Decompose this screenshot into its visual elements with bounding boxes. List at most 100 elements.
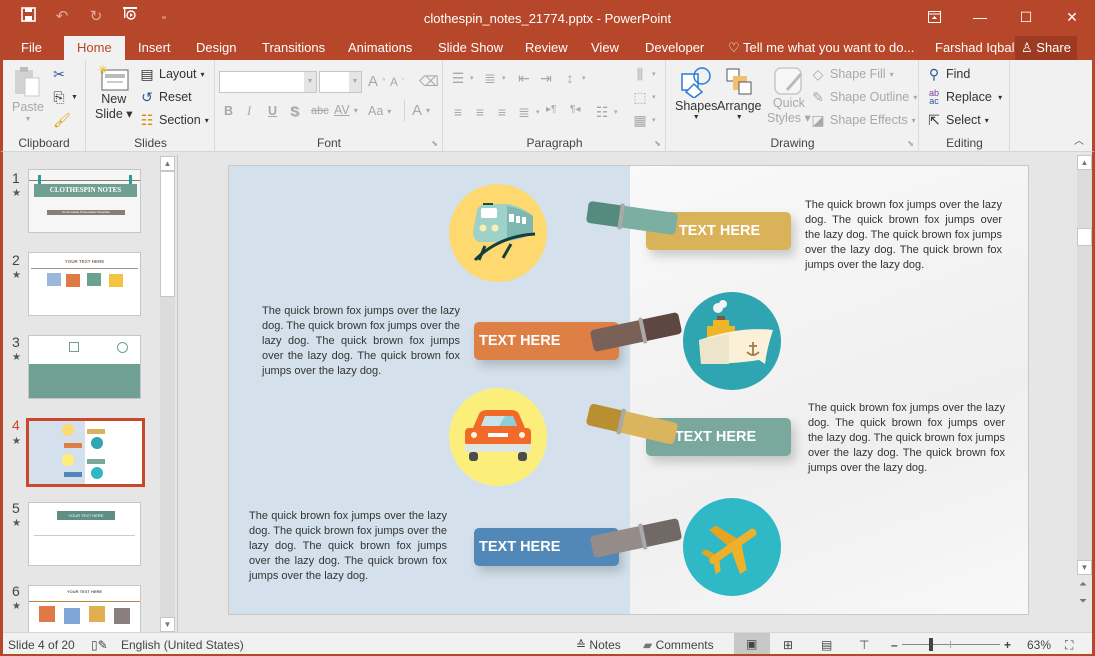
tab-developer[interactable]: Developer xyxy=(635,36,714,60)
rtl-button[interactable]: ¶◂ xyxy=(570,104,580,115)
body-text-2[interactable]: The quick brown fox jumps over the lazy … xyxy=(262,304,460,379)
thumbnails-scroll-thumb[interactable] xyxy=(160,171,175,297)
tab-home[interactable]: Home xyxy=(64,36,125,60)
reset-button[interactable]: ↺ Reset xyxy=(139,89,192,105)
spell-check-icon[interactable]: ▯✎ xyxy=(91,638,108,652)
notes-button[interactable]: ≙ Notes xyxy=(576,638,621,652)
cut-button[interactable]: ✂ xyxy=(51,66,67,82)
airplane-circle[interactable] xyxy=(683,498,781,596)
zoom-slider[interactable] xyxy=(902,638,1000,651)
replace-button[interactable]: ab ac Replace ▾ xyxy=(926,89,1002,106)
shape-effects-button[interactable]: ◪ Shape Effects ▾ xyxy=(810,112,915,128)
tab-file[interactable]: File xyxy=(11,36,52,60)
align-text-button[interactable]: ⬚ ▾ xyxy=(632,89,655,105)
underline-button[interactable]: U xyxy=(268,104,277,118)
font-color-button[interactable]: A ▾ xyxy=(412,102,430,119)
justify-button[interactable]: ≣ ▾ xyxy=(516,104,539,120)
body-text-4[interactable]: The quick brown fox jumps over the lazy … xyxy=(249,509,447,584)
align-left-button[interactable]: ≡ xyxy=(450,104,466,120)
maximize-button[interactable]: ☐ xyxy=(1003,0,1049,34)
slide-thumbnail-6[interactable]: YOUR TEXT HERE xyxy=(28,585,141,632)
quick-styles-button[interactable]: Quick Styles ▾ xyxy=(767,66,811,125)
shape-fill-button[interactable]: ◇ Shape Fill ▾ xyxy=(810,66,894,82)
share-button[interactable]: ♙ Share xyxy=(1015,36,1077,60)
tab-design[interactable]: Design xyxy=(186,36,246,60)
font-size-dropdown-icon[interactable]: ▼ xyxy=(349,72,361,92)
previous-slide-icon[interactable]: ⏶ xyxy=(1079,579,1087,590)
character-spacing-button[interactable]: AV ▾ xyxy=(334,103,358,117)
slide-thumbnail-4-selected[interactable] xyxy=(26,418,145,487)
line-spacing-button[interactable]: ↕ ▾ xyxy=(562,70,586,86)
body-text-3[interactable]: The quick brown fox jumps over the lazy … xyxy=(808,401,1005,476)
shape-outline-button[interactable]: ✎ Shape Outline ▾ xyxy=(810,89,917,105)
font-name-combo[interactable]: ▼ xyxy=(219,71,317,93)
dialog-launcher-icon[interactable]: ⬊ xyxy=(907,139,914,148)
numbering-button[interactable]: ≣ ▾ xyxy=(482,70,505,86)
comments-button[interactable]: ▰ Comments xyxy=(643,638,714,652)
text-direction-button[interactable]: ⫼ ▾ xyxy=(632,66,656,82)
text-shadow-button[interactable]: S xyxy=(290,103,299,119)
tab-review[interactable]: Review xyxy=(515,36,578,60)
slide-thumbnail-1[interactable]: CLOTHESPIN NOTES An Animated Presentatio… xyxy=(28,169,141,233)
scroll-up-button[interactable]: ▲ xyxy=(160,156,175,171)
copy-button[interactable]: ⎘ ▼ xyxy=(51,89,78,105)
zoom-in-button[interactable]: + xyxy=(1004,638,1011,652)
align-center-button[interactable]: ≡ xyxy=(472,104,488,120)
shapes-button[interactable]: Shapes ▼ xyxy=(675,66,717,121)
slide-sorter-button[interactable]: ⊞ xyxy=(783,638,793,652)
increase-indent-button[interactable]: ⇥ xyxy=(538,70,554,86)
decrease-indent-button[interactable]: ⇤ xyxy=(516,70,532,86)
close-button[interactable]: ✕ xyxy=(1049,0,1095,34)
columns-button[interactable]: ☷ ▾ xyxy=(594,104,618,120)
change-case-button[interactable]: Aa ▾ xyxy=(368,104,391,118)
ltr-button[interactable]: ▸¶ xyxy=(546,104,556,115)
next-slide-icon[interactable]: ⏷ xyxy=(1079,596,1087,607)
fit-to-window-button[interactable]: ⛶ xyxy=(1065,638,1073,653)
car-circle[interactable] xyxy=(449,388,547,486)
editor-scroll-down-button[interactable]: ▼ xyxy=(1077,560,1092,575)
align-right-button[interactable]: ≡ xyxy=(494,104,510,120)
arrange-button[interactable]: Arrange ▼ xyxy=(717,66,761,121)
ribbon-display-options-icon[interactable] xyxy=(911,0,957,34)
italic-button[interactable]: I xyxy=(247,104,251,119)
layout-button[interactable]: ▤ Layout ▾ xyxy=(139,66,204,82)
slide-thumbnail-3[interactable] xyxy=(28,335,141,399)
tab-view[interactable]: View xyxy=(581,36,629,60)
font-name-dropdown-icon[interactable]: ▼ xyxy=(304,72,316,92)
convert-smartart-button[interactable]: ▦ ▾ xyxy=(632,112,655,128)
tell-me-search[interactable]: ♡ Tell me what you want to do... xyxy=(718,36,924,60)
train-circle[interactable] xyxy=(449,184,547,282)
editor-scrollbar[interactable] xyxy=(1077,155,1092,575)
slide-thumbnail-2[interactable]: YOUR TEXT HERE xyxy=(28,252,141,316)
tab-slide-show[interactable]: Slide Show xyxy=(428,36,513,60)
strikethrough-button[interactable]: abc xyxy=(311,105,329,117)
body-text-1[interactable]: The quick brown fox jumps over the lazy … xyxy=(805,198,1002,273)
font-size-combo[interactable]: ▼ xyxy=(319,71,362,93)
tab-insert[interactable]: Insert xyxy=(128,36,181,60)
ship-circle[interactable] xyxy=(683,292,781,390)
slide-thumbnail-5[interactable]: YOUR TEXT HERE xyxy=(28,502,141,566)
new-slide-button[interactable]: ✳ New Slide ▾ xyxy=(95,64,133,121)
collapse-ribbon-icon[interactable]: ︿ xyxy=(1074,132,1084,147)
section-button[interactable]: ☷ Section ▾ xyxy=(139,112,209,128)
tab-transitions[interactable]: Transitions xyxy=(252,36,335,60)
bullets-button[interactable]: ☰ ▾ xyxy=(450,70,474,86)
dialog-launcher-icon[interactable]: ⬊ xyxy=(431,139,438,148)
editor-scroll-thumb[interactable] xyxy=(1077,228,1092,246)
user-name[interactable]: Farshad Iqbal xyxy=(925,36,1025,60)
format-painter-button[interactable]: 🖌 xyxy=(53,112,71,128)
bold-button[interactable]: B xyxy=(224,104,233,118)
tab-animations[interactable]: Animations xyxy=(338,36,422,60)
zoom-out-button[interactable]: – xyxy=(891,638,898,652)
clear-formatting-button[interactable]: ⌫ xyxy=(419,73,439,89)
decrease-font-size-button[interactable]: Aˇ xyxy=(390,75,404,89)
scroll-down-button[interactable]: ▼ xyxy=(160,617,175,632)
zoom-slider-thumb[interactable] xyxy=(928,638,933,651)
editor-scroll-up-button[interactable]: ▲ xyxy=(1077,155,1092,170)
select-button[interactable]: ⇱ Select ▾ xyxy=(926,112,989,128)
minimize-button[interactable]: — xyxy=(957,0,1003,34)
increase-font-size-button[interactable]: A ^ xyxy=(368,73,385,90)
normal-view-button[interactable]: ▣ xyxy=(734,633,770,656)
slide-show-button[interactable]: ⊤ xyxy=(859,638,869,652)
language-indicator[interactable]: English (United States) xyxy=(121,638,244,652)
